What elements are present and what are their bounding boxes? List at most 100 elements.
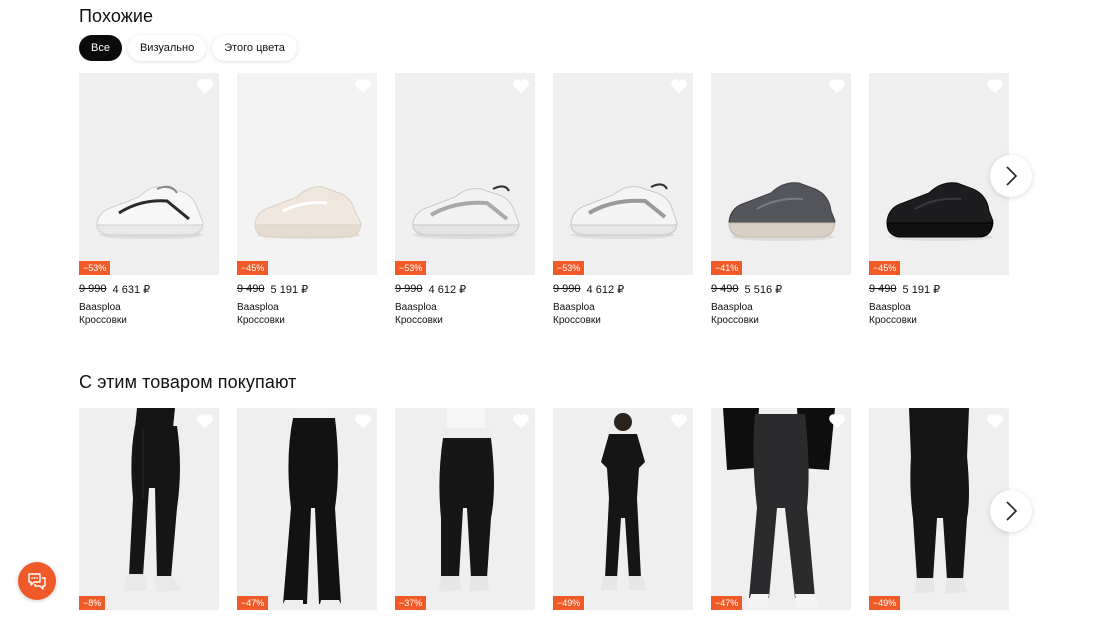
product-card[interactable]: −41% 9 490 5 516 ₽ Baasploa Кроссовки (711, 73, 851, 326)
heart-icon[interactable] (670, 413, 688, 429)
discount-badge: −47% (711, 596, 743, 610)
filter-chip-all[interactable]: Все (79, 35, 122, 61)
product-image[interactable]: −49% (553, 408, 693, 610)
trousers-image (909, 408, 969, 594)
heart-icon[interactable] (354, 413, 372, 429)
product-image[interactable]: −53% (553, 73, 693, 275)
current-price: 5 191 ₽ (270, 284, 309, 296)
product-type: Кроссовки (711, 315, 759, 326)
heart-icon[interactable] (986, 78, 1004, 94)
old-price: 9 490 (869, 283, 897, 295)
heart-icon[interactable] (828, 413, 846, 429)
discount-badge: −49% (869, 596, 901, 610)
product-type: Кроссовки (395, 315, 443, 326)
discount-badge: −53% (553, 261, 585, 275)
discount-badge: −47% (237, 596, 269, 610)
flared-pants-image (281, 408, 343, 608)
heart-icon[interactable] (828, 78, 846, 94)
price-block: 9 490 5 516 ₽ (711, 283, 851, 296)
product-brand: Baasploa (553, 302, 595, 313)
heart-icon[interactable] (354, 78, 372, 94)
old-price: 9 990 (395, 283, 423, 295)
product-card[interactable]: −49% (553, 408, 693, 610)
current-price: 5 516 ₽ (744, 284, 783, 296)
product-card[interactable]: −53% 9 990 4 631 ₽ Baasploa Кроссовки (79, 73, 219, 326)
discount-badge: −45% (869, 261, 901, 275)
discount-badge: −41% (711, 261, 743, 275)
product-image[interactable]: −37% (395, 408, 535, 610)
sneaker-image (728, 182, 836, 241)
heart-icon[interactable] (986, 413, 1004, 429)
sneaker-image (254, 186, 362, 239)
section-title-similar: Похожие (79, 6, 154, 26)
product-image[interactable]: −45% (869, 73, 1009, 275)
chevron-right-icon (1006, 166, 1018, 186)
heart-icon[interactable] (512, 78, 530, 94)
carousel-next-button[interactable] (990, 490, 1032, 532)
product-card[interactable]: −47% (237, 408, 377, 610)
discount-badge: −37% (395, 596, 427, 610)
discount-badge: −49% (553, 596, 585, 610)
heart-icon[interactable] (512, 413, 530, 429)
product-image[interactable]: −53% (79, 73, 219, 275)
chevron-right-icon (1006, 501, 1018, 521)
leggings-image (123, 408, 181, 592)
product-type: Кроссовки (79, 315, 127, 326)
sneaker-image (412, 185, 520, 239)
price-block: 9 490 5 191 ₽ (869, 283, 1009, 296)
discount-badge: −53% (395, 261, 427, 275)
product-card[interactable]: −53% 9 990 4 612 ₽ Baasploa Кроссовки (395, 73, 535, 326)
price-block: 9 990 4 631 ₽ (79, 283, 219, 296)
similar-products-row: −53% 9 990 4 631 ₽ Baasploa Кроссовки −4… (79, 73, 1009, 326)
price-block: 9 990 4 612 ₽ (553, 283, 693, 296)
filter-chip-same-color[interactable]: Этого цвета (212, 35, 297, 61)
product-type: Кроссовки (553, 315, 601, 326)
heart-icon[interactable] (196, 413, 214, 429)
bought-with-products-row: −8% −47% −37% −49% −47% −49% (79, 408, 1009, 610)
product-card[interactable]: −49% (869, 408, 1009, 610)
product-brand: Baasploa (237, 302, 279, 313)
old-price: 9 990 (553, 283, 581, 295)
product-card[interactable]: −47% (711, 408, 851, 610)
heart-icon[interactable] (196, 78, 214, 94)
product-brand: Baasploa (711, 302, 753, 313)
product-image[interactable]: −45% (237, 73, 377, 275)
current-price: 4 612 ₽ (428, 284, 467, 296)
product-brand: Baasploa (395, 302, 437, 313)
sneaker-image (886, 182, 994, 241)
product-type: Кроссовки (869, 315, 917, 326)
chat-button[interactable] (18, 562, 56, 600)
discount-badge: −45% (237, 261, 269, 275)
product-image[interactable]: −53% (395, 73, 535, 275)
product-card[interactable]: −45% 9 490 5 191 ₽ Baasploa Кроссовки (237, 73, 377, 326)
product-type: Кроссовки (237, 315, 285, 326)
product-card[interactable]: −45% 9 490 5 191 ₽ Baasploa Кроссовки (869, 73, 1009, 326)
product-image[interactable]: −8% (79, 408, 219, 610)
product-card[interactable]: −53% 9 990 4 612 ₽ Baasploa Кроссовки (553, 73, 693, 326)
current-price: 5 191 ₽ (902, 284, 941, 296)
filter-chip-visual[interactable]: Визуально (127, 35, 207, 61)
product-card[interactable]: −8% (79, 408, 219, 610)
sneaker-image (96, 185, 204, 239)
sneaker-image (570, 183, 678, 239)
current-price: 4 612 ₽ (586, 284, 625, 296)
product-image[interactable]: −47% (711, 408, 851, 610)
product-brand: Baasploa (79, 302, 121, 313)
product-image[interactable]: −49% (869, 408, 1009, 610)
jeans-image (723, 408, 835, 608)
old-price: 9 490 (711, 283, 739, 295)
discount-badge: −8% (79, 596, 106, 610)
joggers-image (439, 408, 494, 592)
carousel-next-button[interactable] (990, 155, 1032, 197)
product-image[interactable]: −47% (237, 408, 377, 610)
current-price: 4 631 ₽ (112, 284, 151, 296)
filter-chips: Все Визуально Этого цвета (79, 35, 297, 61)
chat-icon (28, 573, 46, 590)
old-price: 9 490 (237, 283, 265, 295)
product-image[interactable]: −41% (711, 73, 851, 275)
product-card[interactable]: −37% (395, 408, 535, 610)
old-price: 9 990 (79, 283, 107, 295)
jumpsuit-image (601, 413, 647, 590)
discount-badge: −53% (79, 261, 111, 275)
heart-icon[interactable] (670, 78, 688, 94)
